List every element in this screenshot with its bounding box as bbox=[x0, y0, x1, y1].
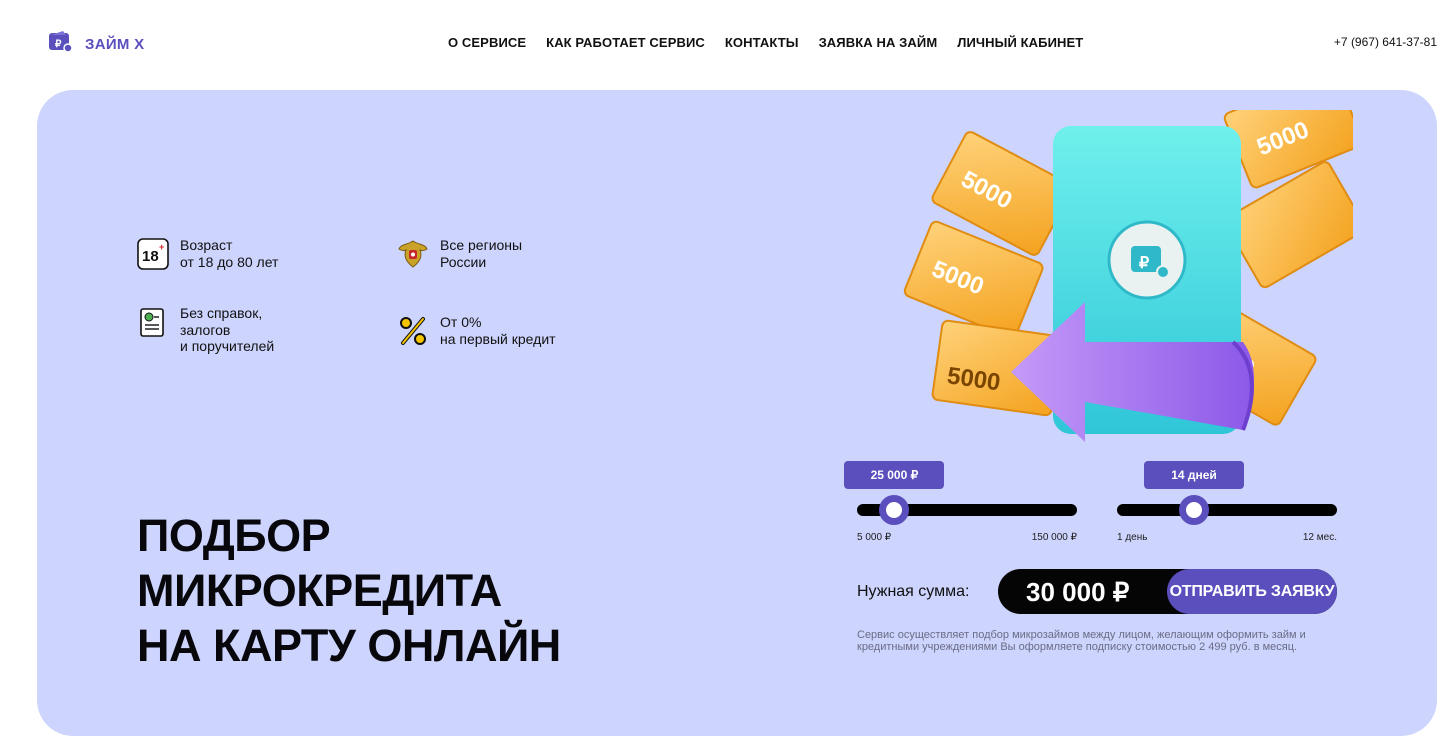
nav-loan-request[interactable]: ЗАЯВКА НА ЗАЙМ bbox=[819, 35, 938, 50]
logo[interactable]: ₽ ЗАЙМ Х bbox=[47, 30, 144, 59]
hero-section: 18 + Возраст от 18 до 80 лет Все регионы… bbox=[37, 90, 1437, 736]
hero-headline: ПОДБОР МИКРОКРЕДИТА НА КАРТУ ОНЛАЙН bbox=[137, 508, 561, 673]
headline-line-3: НА КАРТУ ОНЛАЙН bbox=[137, 620, 561, 671]
amount-max-label: 150 000 ₽ bbox=[1031, 532, 1077, 543]
amount-slider-thumb[interactable] bbox=[879, 495, 910, 525]
term-slider-track[interactable] bbox=[1117, 504, 1337, 516]
headline-line-1: ПОДБОР bbox=[137, 510, 331, 561]
document-icon bbox=[136, 305, 170, 339]
feature-age-text: Возраст от 18 до 80 лет bbox=[180, 237, 279, 270]
nav-about[interactable]: О СЕРВИСЕ bbox=[448, 35, 526, 50]
main-nav: О СЕРВИСЕ КАК РАБОТАЕТ СЕРВИС КОНТАКТЫ З… bbox=[448, 35, 1083, 50]
submit-application-button[interactable]: ОТПРАВИТЬ ЗАЯВКУ bbox=[1167, 569, 1337, 614]
svg-text:18: 18 bbox=[142, 248, 159, 265]
wallet-ruble-icon: ₽ bbox=[47, 30, 73, 59]
disclaimer-text: Сервис осуществляет подбор микрозаймов м… bbox=[857, 629, 1306, 653]
coat-of-arms-icon bbox=[396, 237, 430, 271]
nav-how-it-works[interactable]: КАК РАБОТАЕТ СЕРВИС bbox=[546, 35, 705, 50]
percent-icon bbox=[396, 314, 430, 348]
nav-contacts[interactable]: КОНТАКТЫ bbox=[725, 35, 799, 50]
banknote-right-2 bbox=[1224, 161, 1366, 289]
nav-personal-account[interactable]: ЛИЧНЫЙ КАБИНЕТ bbox=[957, 35, 1083, 50]
feature-no-docs-text: Без справок, залогов и поручителей bbox=[180, 305, 275, 354]
phone-number[interactable]: +7 (967) 641-37-81 bbox=[1334, 35, 1437, 49]
amount-min-label: 5 000 ₽ bbox=[857, 532, 892, 543]
svg-text:+: + bbox=[159, 242, 164, 252]
feature-age: 18 + Возраст от 18 до 80 лет bbox=[136, 237, 278, 271]
feature-no-docs: Без справок, залогов и поручителей bbox=[136, 305, 274, 355]
amount-value-pill: 25 000 ₽ bbox=[844, 461, 945, 489]
svg-text:₽: ₽ bbox=[55, 39, 62, 50]
feature-regions-text: Все регионы России bbox=[440, 237, 523, 270]
age-18-icon: 18 + bbox=[136, 237, 170, 271]
phone-money-illustration: 5000 5000 5000 5000 5000 bbox=[873, 90, 1366, 460]
feature-zero-percent: От 0% на первый кредит bbox=[396, 314, 556, 348]
sum-label: Нужная сумма: bbox=[857, 583, 970, 600]
sum-box: 30 000 ₽ ОТПРАВИТЬ ЗАЯВКУ bbox=[998, 569, 1337, 614]
term-value-pill: 14 дней bbox=[1144, 461, 1244, 489]
svg-text:₽: ₽ bbox=[1139, 255, 1149, 272]
term-max-label: 12 мес. bbox=[1302, 532, 1337, 543]
term-slider-thumb[interactable] bbox=[1179, 495, 1209, 525]
headline-line-2: МИКРОКРЕДИТА bbox=[137, 565, 502, 616]
brand-name: ЗАЙМ Х bbox=[85, 36, 145, 53]
sum-value: 30 000 ₽ bbox=[1026, 577, 1130, 607]
term-min-label: 1 день bbox=[1117, 532, 1148, 543]
feature-zero-percent-text: От 0% на первый кредит bbox=[440, 314, 556, 347]
feature-regions: Все регионы России bbox=[396, 237, 522, 271]
